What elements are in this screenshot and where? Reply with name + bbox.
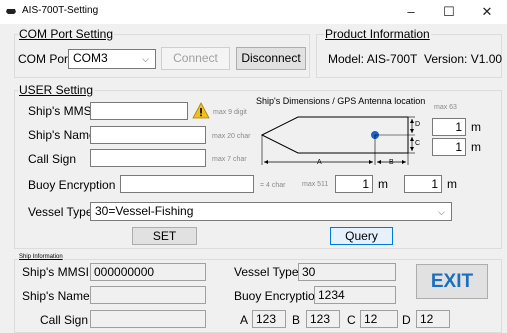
- info-b-value: 123: [306, 310, 340, 328]
- ship-name-input[interactable]: [90, 126, 206, 144]
- info-a-label: A: [240, 313, 249, 327]
- dimension-d-unit: m: [471, 120, 481, 134]
- info-ship-name-label: Ship's Name: [22, 289, 90, 303]
- call-sign-label: Call Sign: [28, 152, 77, 166]
- dimension-c-unit: m: [471, 140, 481, 154]
- com-port-value: COM3: [73, 51, 108, 65]
- chevron-down-icon: ⌵: [438, 207, 445, 217]
- mmsi-label: Ship's MMSI: [28, 104, 95, 118]
- connect-button[interactable]: Connect: [161, 47, 230, 70]
- info-call-sign-value: [90, 310, 206, 328]
- dim-letter-b: B: [389, 159, 394, 166]
- info-buoy-encryption-value: 1234: [314, 286, 396, 304]
- info-b-label: B: [292, 313, 301, 327]
- buoy-encryption-input[interactable]: [120, 175, 254, 193]
- version-text: Version: V1.00: [424, 52, 503, 66]
- app-window: AIS-700T-Setting – ☐ ✕ COM Port Setting …: [0, 0, 507, 333]
- ship-info-title: Ship Information: [18, 254, 64, 260]
- maximize-button[interactable]: ☐: [434, 3, 464, 21]
- set-button[interactable]: SET: [132, 227, 197, 245]
- ship-outline-diagram: [260, 116, 415, 165]
- dim-letter-a: A: [317, 159, 322, 166]
- buoy-encryption-label: Buoy Encryption: [28, 178, 116, 192]
- info-d-label: D: [402, 313, 411, 327]
- dimension-d-input[interactable]: 1: [432, 118, 466, 136]
- ship-name-hint: max 20 char: [212, 133, 251, 140]
- dimension-a-unit: m: [378, 177, 388, 191]
- com-port-label: COM Port: [18, 52, 72, 66]
- dimension-b-input[interactable]: 1: [404, 175, 442, 193]
- ship-name-label: Ship's Name: [28, 128, 96, 142]
- info-d-value: 12: [416, 310, 450, 328]
- mmsi-input[interactable]: [90, 102, 188, 120]
- info-call-sign-label: Call Sign: [40, 313, 89, 327]
- max511-hint: max 511: [302, 181, 329, 188]
- info-vessel-type-label: Vessel Type: [234, 265, 299, 279]
- com-port-title: COM Port Setting: [18, 27, 115, 41]
- user-setting-title: USER Setting: [18, 83, 95, 97]
- info-ship-name-value: [90, 286, 206, 304]
- info-a-value: 123: [252, 310, 286, 328]
- vessel-type-select[interactable]: 30=Vessel-Fishing ⌵: [90, 202, 452, 221]
- disconnect-button[interactable]: Disconnect: [236, 47, 306, 70]
- chevron-down-icon: ⌵: [142, 54, 149, 64]
- model-text: Model: AIS-700T: [328, 52, 418, 66]
- warning-icon: [192, 102, 210, 119]
- exit-button[interactable]: EXIT: [416, 264, 488, 299]
- dimensions-title: Ship's Dimensions / GPS Antenna location: [256, 96, 426, 106]
- dim-letter-c: C: [415, 140, 421, 147]
- vessel-type-value: 30=Vessel-Fishing: [95, 204, 194, 218]
- call-sign-input[interactable]: [90, 149, 206, 167]
- info-mmsi-value: 000000000: [90, 263, 206, 281]
- info-c-label: C: [347, 313, 356, 327]
- window-title: AIS-700T-Setting: [22, 5, 99, 16]
- buoy-encryption-hint: = 4 char: [260, 182, 286, 189]
- minimize-button[interactable]: –: [396, 3, 426, 21]
- title-bar: AIS-700T-Setting – ☐ ✕: [0, 0, 507, 24]
- app-icon: [6, 9, 16, 14]
- info-buoy-encryption-label: Buoy Encryption: [234, 289, 322, 303]
- vessel-type-label: Vessel Type: [28, 205, 93, 219]
- info-c-value: 12: [360, 310, 398, 328]
- query-button[interactable]: Query: [330, 227, 393, 245]
- mmsi-hint: max 9 digit: [213, 109, 247, 116]
- com-port-select[interactable]: COM3 ⌵: [68, 49, 156, 69]
- dimension-b-unit: m: [447, 177, 457, 191]
- max63-hint: max 63: [434, 104, 457, 111]
- close-button[interactable]: ✕: [472, 3, 502, 21]
- dim-letter-d: D: [415, 121, 421, 128]
- product-info-title: Product Information: [324, 27, 431, 41]
- info-vessel-type-value: 30: [298, 263, 396, 281]
- dimension-a-input[interactable]: 1: [335, 175, 373, 193]
- call-sign-hint: max 7 char: [212, 156, 247, 163]
- dimension-c-input[interactable]: 1: [432, 138, 466, 156]
- info-mmsi-label: Ship's MMSI: [22, 265, 89, 279]
